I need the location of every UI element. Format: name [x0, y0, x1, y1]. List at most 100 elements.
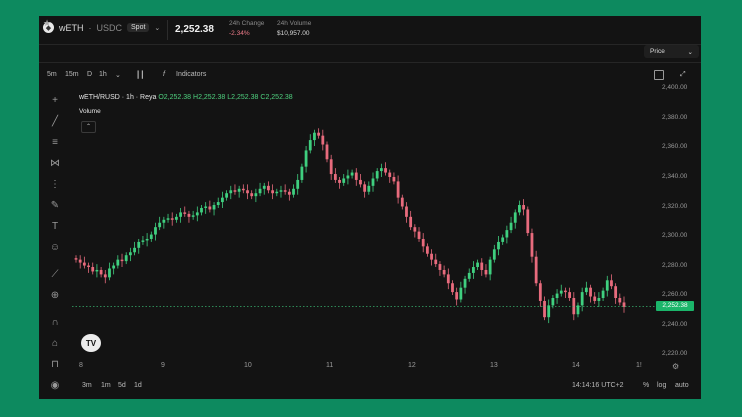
candle-body: [333, 174, 337, 180]
brush-icon[interactable]: ✎: [47, 199, 63, 213]
legend-open: O2,252.38: [158, 94, 192, 101]
candle-body: [82, 262, 86, 266]
indicators-button[interactable]: Indicators: [176, 71, 206, 78]
magnet-icon[interactable]: ∩: [47, 316, 63, 330]
candle-body: [137, 241, 141, 248]
candles-icon[interactable]: ┃┃: [136, 71, 144, 79]
lock-icon[interactable]: ⌂: [47, 337, 63, 351]
volume-legend: Volume: [79, 108, 101, 115]
candle-body: [618, 298, 622, 303]
candle-body: [108, 268, 111, 278]
candle-body: [250, 193, 254, 197]
y-tick-label: 2,260.00: [662, 291, 688, 299]
divider: [167, 20, 168, 40]
emoji-icon[interactable]: ☺: [47, 241, 63, 255]
last-price: 2,252.38: [175, 24, 214, 35]
candle-body: [91, 267, 95, 272]
candle-body: [166, 218, 170, 220]
zoom-icon[interactable]: ⊕: [47, 289, 63, 303]
candle-body: [112, 265, 116, 269]
expand-icon[interactable]: ⤢: [680, 71, 686, 79]
function-icon[interactable]: f: [163, 71, 165, 78]
candle-body: [296, 179, 300, 189]
pattern-icon[interactable]: ⋈: [47, 157, 63, 171]
candle-body: [187, 213, 191, 217]
candle-body: [162, 219, 166, 223]
candle-body: [158, 222, 162, 228]
text-icon[interactable]: T: [47, 220, 63, 234]
candle-body: [417, 231, 421, 239]
crosshair-icon[interactable]: +: [47, 94, 63, 108]
range-5d[interactable]: 5d: [118, 382, 126, 389]
candle-body: [321, 135, 325, 145]
candle-body: [522, 205, 526, 210]
star-icon[interactable]: ★: [43, 18, 51, 29]
price-chart[interactable]: [72, 84, 656, 360]
percent-toggle[interactable]: %: [643, 382, 649, 389]
range-3m[interactable]: 3m: [82, 382, 92, 389]
candle-body: [430, 253, 433, 260]
candle-body: [154, 227, 157, 235]
tradingview-logo[interactable]: TV: [81, 334, 101, 352]
candle-body: [313, 132, 316, 141]
lock-icon[interactable]: ⊓: [47, 358, 63, 372]
price-axis[interactable]: 2,400.00 2,380.00 2,360.00 2,340.00 2,320.00…: [656, 84, 701, 374]
interval-d[interactable]: D: [87, 71, 92, 78]
candle-body: [543, 300, 546, 318]
candle-body: [346, 175, 350, 179]
chevron-down-icon[interactable]: ⌄: [154, 24, 160, 32]
candle-body: [292, 188, 295, 195]
candle-body: [300, 166, 304, 180]
candle-body: [375, 171, 379, 179]
candle-body: [287, 191, 291, 195]
candle-body: [329, 159, 333, 175]
candle-body: [576, 305, 580, 315]
candle-body: [200, 207, 203, 213]
candle-body: [120, 259, 124, 262]
y-tick-label: 2,400.00: [662, 84, 688, 92]
settings-icon[interactable]: ⚙: [672, 362, 679, 371]
candle-body: [467, 272, 471, 279]
market-selector[interactable]: ◆ wETH · USDC Spot ⌄: [43, 22, 160, 33]
interval-5m[interactable]: 5m: [47, 71, 57, 78]
fullscreen-icon[interactable]: [654, 70, 664, 80]
candle-body: [204, 206, 208, 208]
candle-body: [505, 230, 509, 238]
measure-icon[interactable]: ⋮: [47, 178, 63, 192]
candle-body: [87, 265, 90, 268]
candle-body: [392, 176, 396, 182]
candle-body: [208, 206, 212, 210]
candle-body: [455, 292, 459, 300]
candle-body: [279, 190, 283, 192]
candle-body: [396, 181, 400, 198]
candle-body: [212, 205, 216, 210]
auto-toggle[interactable]: auto: [675, 382, 689, 389]
candle-body: [308, 140, 312, 151]
change-value: -2.34%: [229, 30, 250, 37]
price-selector[interactable]: Price ⌄: [644, 45, 699, 58]
trading-app: ◆ wETH · USDC Spot ⌄ 2,252.38 24h Change…: [39, 16, 701, 399]
fib-icon[interactable]: ≡: [47, 136, 63, 150]
candle-body: [400, 197, 404, 207]
range-1m[interactable]: 1m: [101, 382, 111, 389]
range-1d[interactable]: 1d: [134, 382, 142, 389]
log-toggle[interactable]: log: [657, 382, 666, 389]
candle-body: [283, 190, 287, 192]
candle-body: [584, 287, 588, 293]
candle-body: [555, 293, 559, 299]
trendline-icon[interactable]: ╱: [47, 115, 63, 129]
interval-15m[interactable]: 15m: [65, 71, 79, 78]
chevron-down-icon[interactable]: ⌄: [115, 71, 121, 79]
chevron-up-icon[interactable]: ⌃: [81, 121, 96, 133]
market-type-badge: Spot: [127, 23, 150, 32]
sub-bar: ★: [39, 18, 701, 63]
price-selector-label: Price: [650, 48, 665, 55]
legend-low: L2,252.38: [227, 94, 259, 101]
candle-body: [534, 256, 538, 284]
candle-body: [384, 168, 387, 173]
candle-body: [379, 168, 383, 172]
x-tick-label: 11: [326, 362, 334, 369]
y-tick-label: 2,240.00: [662, 320, 688, 328]
ruler-icon[interactable]: ⟋: [47, 268, 63, 282]
interval-1h[interactable]: 1h: [99, 71, 107, 78]
